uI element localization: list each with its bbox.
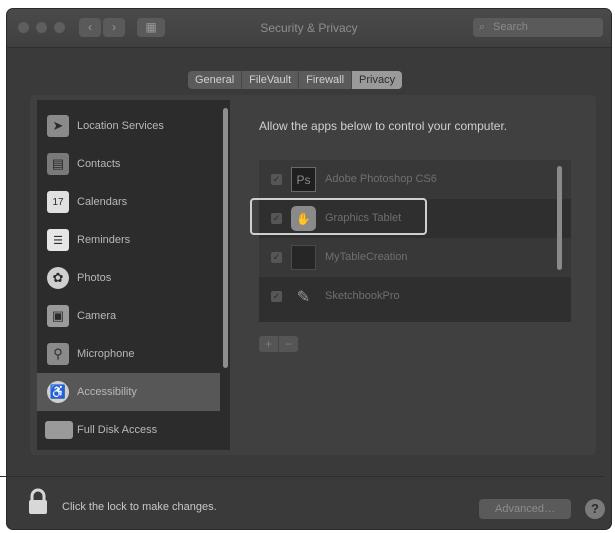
- photos-flower-icon: ✿: [47, 267, 69, 289]
- sidebar-item-label: Accessibility: [77, 386, 137, 398]
- sidebar-item-camera[interactable]: ▣ Camera: [37, 297, 214, 335]
- sidebar-item-label: Location Services: [77, 120, 164, 132]
- footer-divider: [0, 476, 604, 477]
- location-arrow-icon: ➤: [47, 115, 69, 137]
- list-item[interactable]: ✓ ✎ SketchbookPro: [259, 277, 571, 316]
- apps-list: ✓ Ps Adobe Photoshop CS6 ✓ ✋ Graphics Ta…: [259, 160, 571, 322]
- app-checkbox[interactable]: ✓: [271, 174, 282, 185]
- minimize-window-button[interactable]: [36, 22, 47, 33]
- sidebar-item-calendars[interactable]: 17 Calendars: [37, 183, 214, 221]
- folder-icon: [45, 421, 73, 439]
- sidebar-item-accessibility[interactable]: ♿ Accessibility: [37, 373, 220, 411]
- instruction-text: Allow the apps below to control your com…: [259, 119, 508, 133]
- sidebar-item-location-services[interactable]: ➤ Location Services: [37, 107, 214, 145]
- chevron-right-icon: ›: [112, 20, 116, 34]
- sidebar-item-label: Photos: [77, 272, 112, 284]
- accessibility-person-icon: ♿: [47, 381, 69, 403]
- search-icon: ⌕: [479, 21, 486, 33]
- show-all-button[interactable]: ▦: [137, 18, 165, 37]
- contacts-book-icon: ▤: [47, 153, 69, 175]
- sidebar-item-label: Microphone: [77, 348, 135, 360]
- grid-icon: ▦: [145, 20, 157, 34]
- calendar-icon: 17: [47, 191, 69, 213]
- search-placeholder: Search: [493, 21, 528, 33]
- sidebar-item-photos[interactable]: ✿ Photos: [37, 259, 214, 297]
- sidebar-scrollbar[interactable]: [223, 108, 228, 368]
- app-name: Adobe Photoshop CS6: [325, 173, 437, 185]
- search-input[interactable]: ⌕ Search: [473, 18, 603, 37]
- zoom-window-button[interactable]: [54, 22, 65, 33]
- camera-icon: ▣: [47, 305, 69, 327]
- tab-firewall[interactable]: Firewall: [299, 71, 353, 89]
- selection-highlight: [250, 198, 427, 235]
- help-button[interactable]: ?: [585, 499, 605, 519]
- list-item[interactable]: ✓ MyTableCreation: [259, 238, 571, 277]
- app-name: SketchbookPro: [325, 290, 400, 302]
- tab-filevault[interactable]: FileVault: [242, 71, 300, 89]
- microphone-icon: ⚲: [47, 343, 69, 365]
- chevron-left-icon: ‹: [88, 20, 92, 34]
- tab-general[interactable]: General: [188, 71, 243, 89]
- remove-app-button[interactable]: −: [279, 336, 298, 352]
- sidebar-item-label: Reminders: [77, 234, 131, 246]
- lock-instruction-text: Click the lock to make changes.: [62, 501, 217, 513]
- add-remove-control: + −: [259, 336, 298, 352]
- sidebar-item-contacts[interactable]: ▤ Contacts: [37, 145, 214, 183]
- back-button[interactable]: ‹: [79, 18, 101, 37]
- advanced-button[interactable]: Advanced…: [479, 499, 571, 519]
- app-checkbox[interactable]: ✓: [271, 252, 282, 263]
- sketchbook-pen-icon: ✎: [296, 288, 311, 306]
- add-app-button[interactable]: +: [259, 336, 279, 352]
- photoshop-icon: Ps: [291, 167, 316, 192]
- apps-list-scrollbar[interactable]: [557, 166, 562, 270]
- lock-icon[interactable]: [27, 488, 49, 521]
- privacy-sidebar: ➤ Location Services ▤ Contacts 17 Calend…: [37, 100, 230, 450]
- tab-bar: General FileVault Firewall Privacy: [188, 71, 403, 89]
- title-bar: ‹ › ▦ Security & Privacy ⌕ Search: [7, 9, 611, 48]
- sidebar-item-label: Camera: [77, 310, 117, 322]
- sidebar-item-label: Calendars: [77, 196, 128, 208]
- sidebar-item-microphone[interactable]: ⚲ Microphone: [37, 335, 214, 373]
- sidebar-item-reminders[interactable]: ☰ Reminders: [37, 221, 214, 259]
- forward-button[interactable]: ›: [103, 18, 125, 37]
- sidebar-item-label: Full Disk Access: [77, 424, 158, 436]
- sidebar-item-full-disk-access[interactable]: Full Disk Access: [37, 411, 214, 449]
- tab-privacy[interactable]: Privacy: [352, 71, 403, 89]
- close-window-button[interactable]: [18, 22, 29, 33]
- app-name: MyTableCreation: [325, 251, 408, 263]
- app-checkbox[interactable]: ✓: [271, 291, 282, 302]
- reminders-list-icon: ☰: [47, 229, 69, 251]
- list-item[interactable]: ✓ Ps Adobe Photoshop CS6: [259, 160, 571, 199]
- sidebar-item-label: Contacts: [77, 158, 121, 170]
- app-generic-icon: [291, 245, 316, 270]
